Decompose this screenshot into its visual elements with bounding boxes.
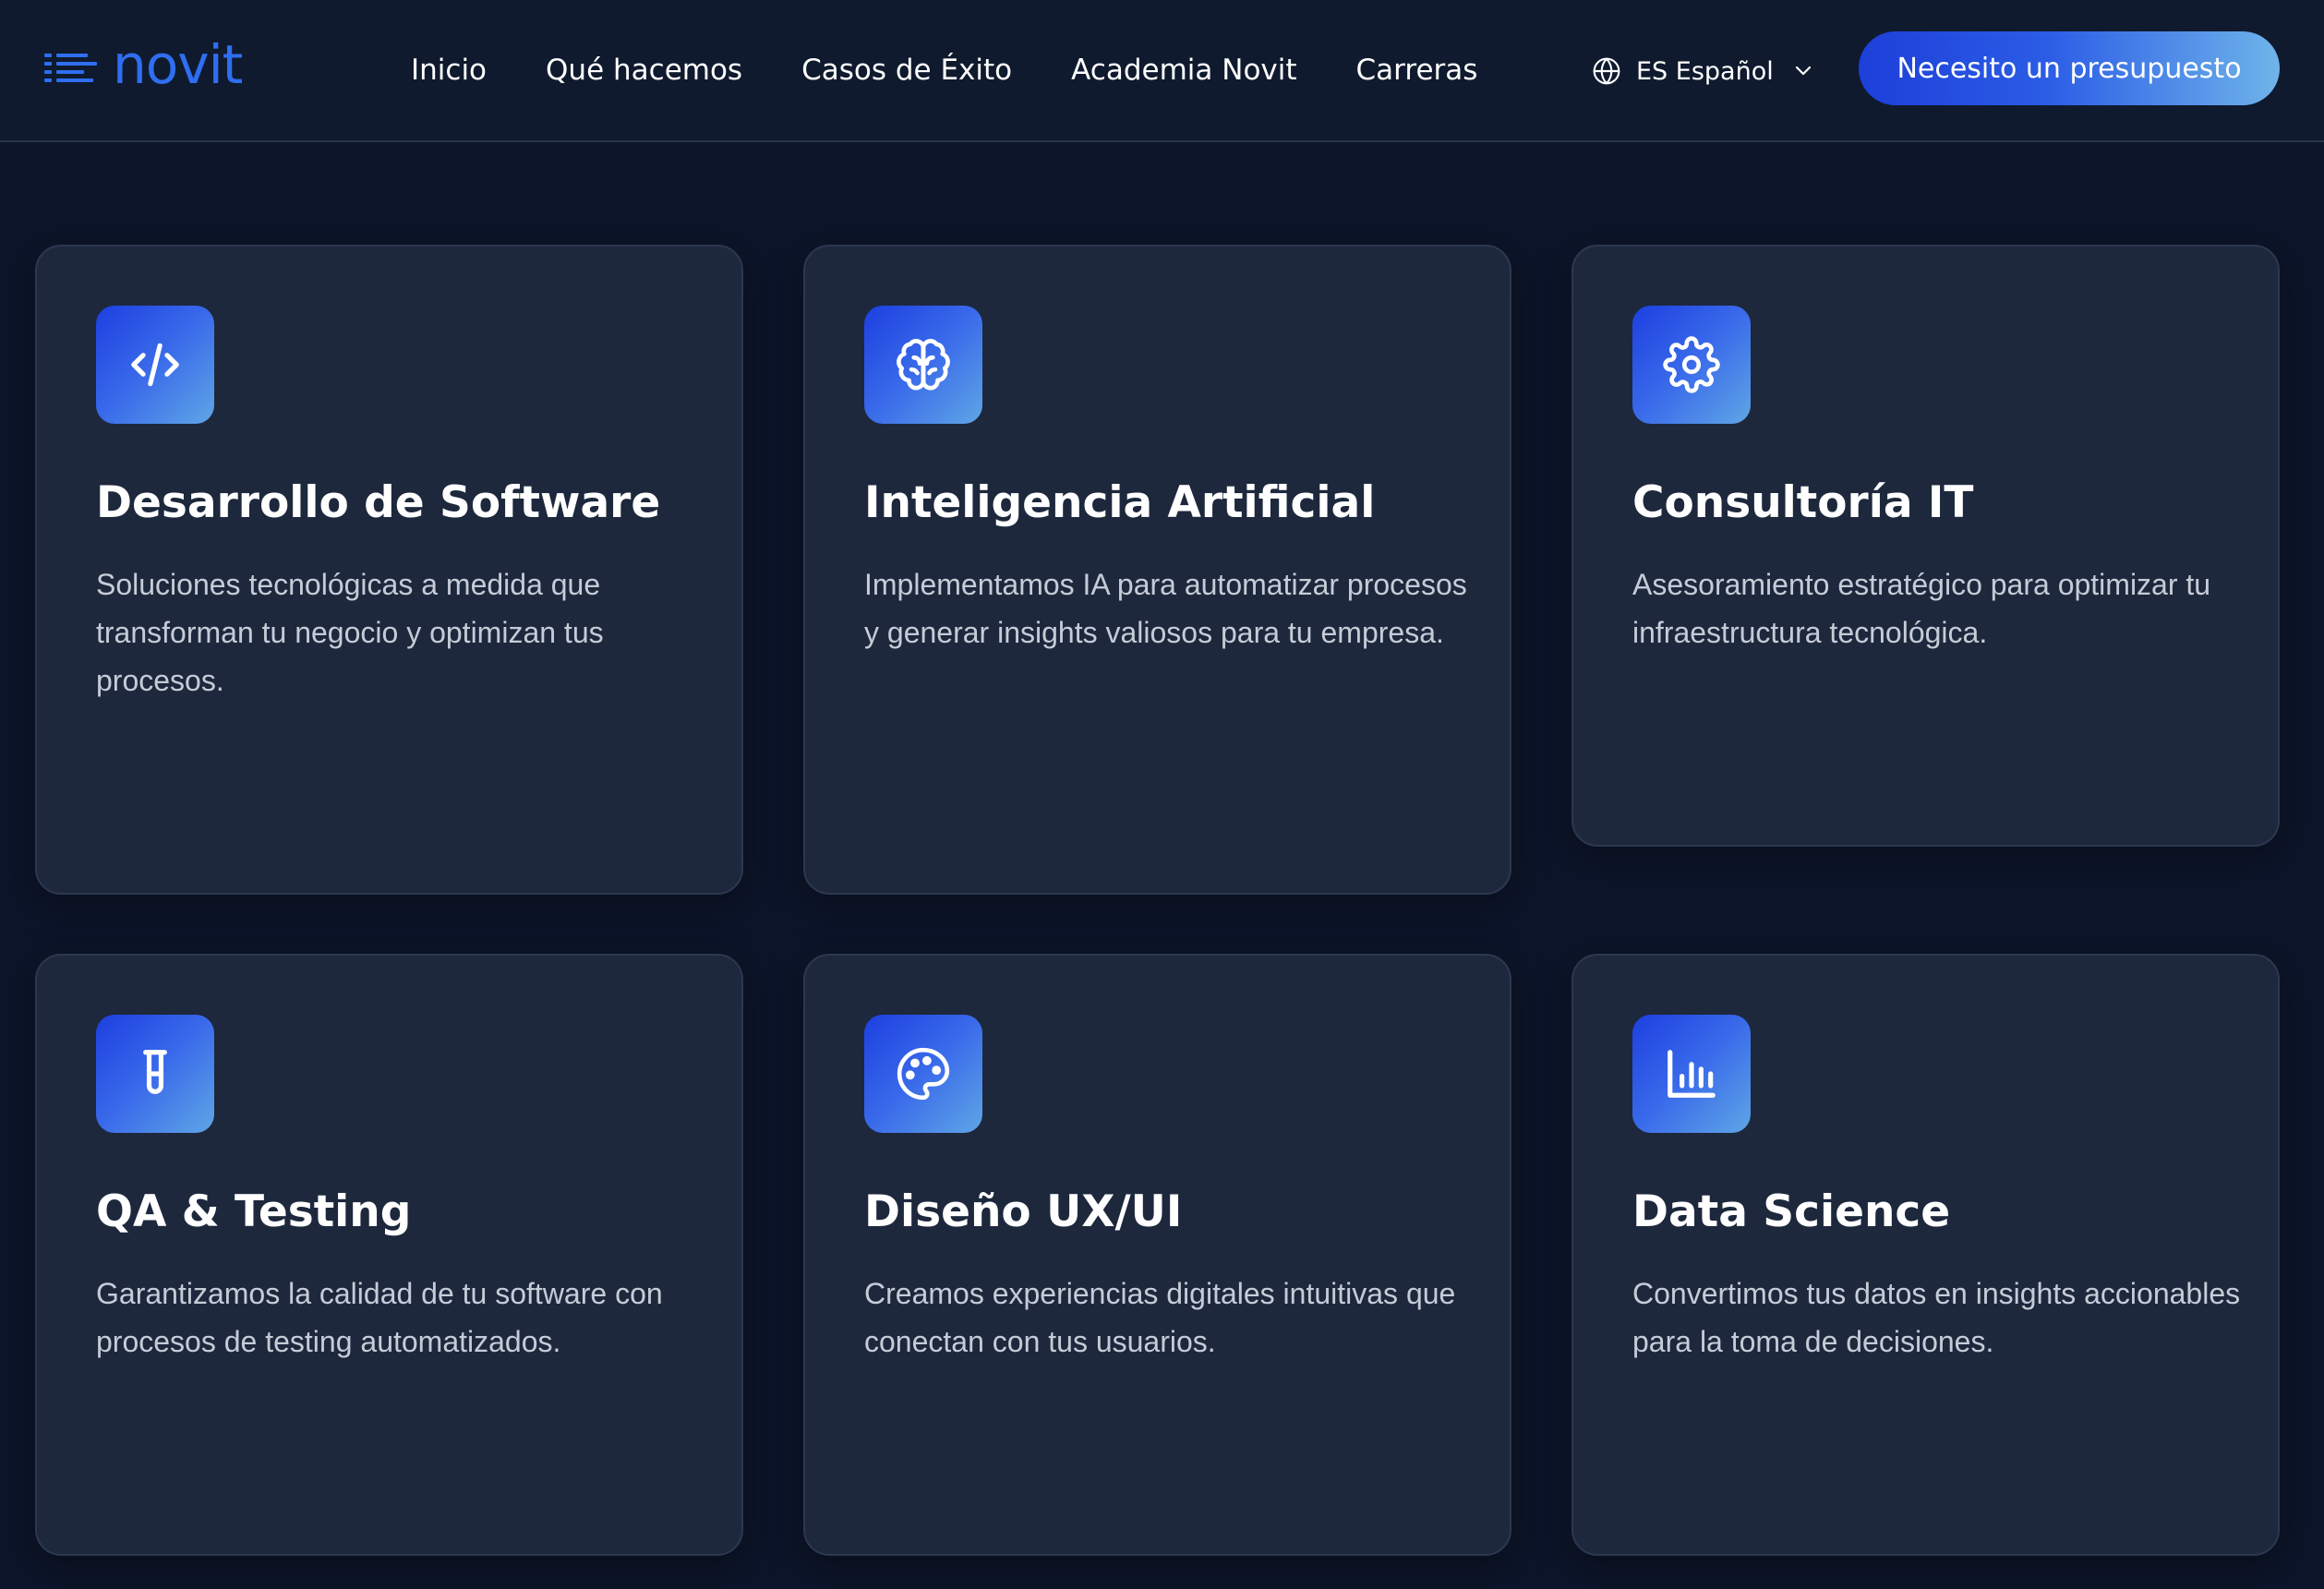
service-icon-box (1632, 1015, 1751, 1133)
test-tube-icon (143, 1050, 167, 1094)
gear-icon (1663, 336, 1720, 393)
service-card-ux[interactable]: Diseño UX/UI Creamos experiencias digita… (803, 954, 1511, 1556)
nav-item-casos-de-exito[interactable]: Casos de Éxito (801, 41, 1012, 100)
logo-text: novit (113, 33, 243, 96)
service-description: Implementamos IA para automatizar proces… (864, 568, 1467, 649)
main-nav: Inicio Qué hacemos Casos de Éxito Academ… (411, 41, 1477, 100)
nav-item-carreras[interactable]: Carreras (1356, 41, 1478, 100)
service-description: Asesoramiento estratégico para optimizar… (1632, 568, 2211, 649)
service-description: Soluciones tecnológicas a medida que tra… (96, 568, 604, 697)
service-title: Consultoría IT (1632, 477, 1974, 528)
globe-icon (1593, 57, 1620, 85)
service-card-qa[interactable]: QA & Testing Garantizamos la calidad de … (35, 954, 743, 1556)
service-card-ai[interactable]: Inteligencia Artificial Implementamos IA… (803, 245, 1511, 895)
service-description: Garantizamos la calidad de tu software c… (96, 1277, 663, 1358)
service-title: QA & Testing (96, 1186, 412, 1237)
brain-icon (897, 339, 950, 391)
service-description: Creamos experiencias digitales intuitiva… (864, 1277, 1456, 1358)
logo-icon (44, 54, 97, 82)
service-card-data-science[interactable]: Data Science Convertimos tus datos en in… (1571, 954, 2280, 1556)
service-title: Diseño UX/UI (864, 1186, 1183, 1237)
service-icon-box (864, 306, 982, 424)
service-icon-box (1632, 306, 1751, 424)
language-label: ES Español (1636, 56, 1774, 86)
service-card-consulting[interactable]: Consultoría IT Asesoramiento estratégico… (1571, 245, 2280, 847)
service-title: Data Science (1632, 1186, 1951, 1237)
service-icon-box (864, 1015, 982, 1133)
service-title: Desarrollo de Software (96, 477, 661, 528)
nav-item-inicio[interactable]: Inicio (411, 41, 487, 100)
service-icon-box (96, 1015, 214, 1133)
service-card-software[interactable]: Desarrollo de Software Soluciones tecnol… (35, 245, 743, 895)
palette-icon (897, 1047, 950, 1101)
service-description: Convertimos tus datos en insights accion… (1632, 1277, 2241, 1358)
request-quote-button[interactable]: Necesito un presupuesto (1859, 31, 2280, 105)
nav-item-que-hacemos[interactable]: Qué hacemos (546, 41, 742, 100)
chevron-down-icon (1795, 66, 1811, 76)
logo-link[interactable]: novit (44, 33, 243, 107)
service-icon-box (96, 306, 214, 424)
service-title: Inteligencia Artificial (864, 477, 1376, 528)
nav-item-academia-novit[interactable]: Academia Novit (1071, 41, 1296, 100)
site-header: novit Inicio Qué hacemos Casos de Éxito … (0, 0, 2324, 142)
bar-chart-icon (1668, 1050, 1716, 1098)
language-selector[interactable]: ES Español (1592, 46, 1814, 96)
code-icon (131, 343, 179, 387)
